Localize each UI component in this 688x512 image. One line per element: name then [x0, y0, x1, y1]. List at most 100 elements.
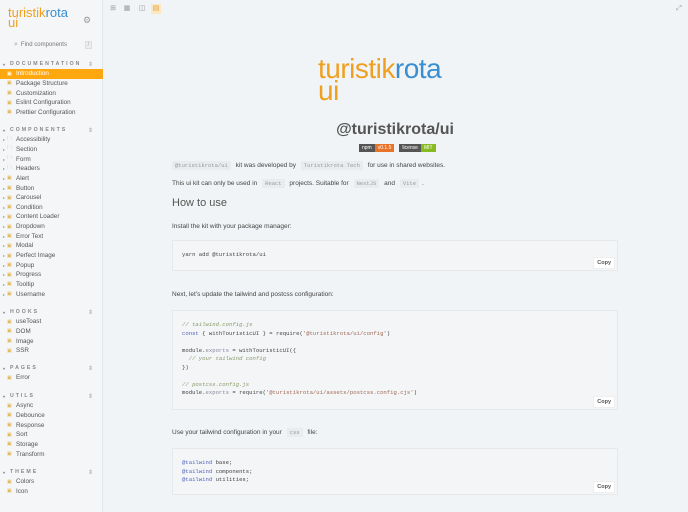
- page-title: @turistikrota/ui: [336, 121, 454, 138]
- settings-gear-icon[interactable]: ⚙: [83, 15, 91, 26]
- section-header[interactable]: ▾ HOOKS ⇕: [0, 307, 103, 317]
- sidebar-item-label: Customization: [16, 89, 56, 97]
- logo[interactable]: turistikrota ui: [8, 6, 68, 30]
- sidebar-item-label: useToast: [16, 318, 42, 326]
- expand-collapse-icon[interactable]: ⇕: [88, 309, 93, 316]
- sidebar-item[interactable]: ▣ Eslint Configuration: [0, 98, 103, 108]
- sidebar-item[interactable]: ▣ Customization: [0, 88, 103, 98]
- expand-collapse-icon[interactable]: ⇕: [88, 393, 93, 400]
- inline-code: css: [286, 428, 303, 437]
- expand-collapse-icon[interactable]: ⇕: [88, 127, 93, 134]
- license-badge[interactable]: license MIT: [399, 144, 436, 152]
- sidebar-item[interactable]: ▣ Image: [0, 336, 103, 346]
- section-header[interactable]: ▾ UTILS ⇕: [0, 391, 103, 401]
- sidebar-item-label: Section: [16, 145, 38, 153]
- sidebar-item-label: Debounce: [16, 411, 45, 419]
- code-line: yarn add @turistikrota/ui: [182, 251, 266, 258]
- sidebar-item[interactable]: ▣ Response: [0, 420, 103, 430]
- sidebar-item-label: SSR: [16, 347, 29, 355]
- copy-button[interactable]: Copy: [593, 256, 615, 269]
- sidebar-item-label: Transform: [16, 450, 45, 458]
- component-icon: ▣: [7, 291, 12, 298]
- component-icon: ▣: [7, 262, 12, 269]
- sidebar-item[interactable]: ▸ ▣ Progress: [0, 270, 103, 280]
- copy-button[interactable]: Copy: [593, 395, 615, 408]
- section-title: COMPONENTS: [10, 127, 68, 133]
- sidebar-item[interactable]: ▸ ▣ Carousel: [0, 193, 103, 203]
- grid-icon[interactable]: ▦: [122, 4, 132, 14]
- copy-button[interactable]: Copy: [593, 480, 615, 493]
- sidebar-item-label: Prettier Configuration: [16, 108, 76, 116]
- sidebar-item[interactable]: ▸ ▣ Condition: [0, 202, 103, 212]
- text: for use in shared websites.: [367, 162, 446, 169]
- sidebar-item[interactable]: ▸ ▣ Username: [0, 289, 103, 299]
- sidebar-item[interactable]: ▸ ▣ Dropdown: [0, 222, 103, 232]
- sidebar-item[interactable]: ▸ ▣ Popup: [0, 260, 103, 270]
- sidebar-item[interactable]: ▣ Error: [0, 373, 103, 383]
- sidebar-item[interactable]: ▣ Colors: [0, 477, 103, 487]
- sidebar-item[interactable]: ▸ ▣ Modal: [0, 241, 103, 251]
- sidebar-item[interactable]: ▸ 🗀 Accessibility: [0, 135, 103, 145]
- sidebar-item[interactable]: ▸ ▣ Perfect Image: [0, 251, 103, 261]
- section-title: PAGES: [10, 365, 38, 371]
- sidebar-item-label: Button: [16, 184, 35, 192]
- sidebar-item-label: Storage: [16, 440, 39, 448]
- section-header[interactable]: ▾ THEME ⇕: [0, 467, 103, 477]
- section-header[interactable]: ▾ DOCUMENTATION ⇕: [0, 59, 103, 69]
- sidebar-item[interactable]: ▸ ▣ Error Text: [0, 231, 103, 241]
- section-header[interactable]: ▾ COMPONENTS ⇕: [0, 125, 103, 135]
- background-icon[interactable]: ◫: [137, 4, 147, 14]
- code-comment: // your tailwind config: [182, 355, 266, 362]
- section-title: DOCUMENTATION: [10, 61, 82, 67]
- fullscreen-icon[interactable]: ⤢: [674, 4, 684, 14]
- sidebar-item[interactable]: ▣ useToast: [0, 317, 103, 327]
- sidebar-item[interactable]: ▸ ▣ Tooltip: [0, 280, 103, 290]
- expand-collapse-icon[interactable]: ⇕: [88, 469, 93, 476]
- sidebar-item[interactable]: ▣ Async: [0, 401, 103, 411]
- component-icon: ▣: [7, 204, 12, 211]
- npm-badge[interactable]: npm v0.1.5: [359, 144, 395, 152]
- css-text: Use your tailwind configuration in your …: [172, 428, 318, 437]
- folder-icon: 🗀: [7, 135, 13, 142]
- sidebar-item[interactable]: ▣ Debounce: [0, 411, 103, 421]
- sidebar-item[interactable]: ▣ Icon: [0, 487, 103, 497]
- text: kit was developed by: [235, 162, 296, 169]
- sidebar-item[interactable]: ▣ Introduction: [0, 69, 103, 79]
- expand-collapse-icon[interactable]: ⇕: [88, 365, 93, 372]
- sidebar-item-label: Async: [16, 402, 34, 410]
- sidebar-item-label: Form: [16, 155, 31, 163]
- sidebar-item-label: Dropdown: [16, 223, 45, 231]
- code-text: = require(: [229, 389, 266, 396]
- document-icon: ▣: [7, 90, 12, 97]
- sidebar-item[interactable]: ▸ 🗀 Headers: [0, 164, 103, 174]
- sidebar-item[interactable]: ▣ Transform: [0, 449, 103, 459]
- sidebar-item[interactable]: ▣ Package Structure: [0, 79, 103, 89]
- sidebar-item[interactable]: ▣ Prettier Configuration: [0, 108, 103, 118]
- sidebar-item[interactable]: ▣ SSR: [0, 346, 103, 356]
- sidebar-item[interactable]: ▸ ▣ Button: [0, 183, 103, 193]
- document-icon: ▣: [7, 374, 12, 381]
- sidebar-item[interactable]: ▸ ▣ Content Loader: [0, 212, 103, 222]
- component-icon: ▣: [7, 175, 12, 182]
- sidebar-section-theme: ▾ THEME ⇕ ▣ Colors ▣ Icon: [0, 467, 103, 496]
- document-icon: ▣: [7, 338, 12, 345]
- document-icon: ▣: [7, 402, 12, 409]
- sidebar-item[interactable]: ▣ Sort: [0, 430, 103, 440]
- section-header[interactable]: ▾ PAGES ⇕: [0, 363, 103, 373]
- text: .: [422, 180, 424, 187]
- text: This ui kit can only be used in: [172, 180, 258, 187]
- usage-paragraph: This ui kit can only be used in React pr…: [172, 179, 424, 188]
- logo-text: ui: [8, 15, 19, 30]
- docs-view-icon[interactable]: ▤: [151, 4, 161, 14]
- sidebar-item[interactable]: ▣ Storage: [0, 440, 103, 450]
- toolbar: ⊞ ▦ ◫ ▤ ⤢: [103, 0, 688, 18]
- component-icon: ▣: [7, 233, 12, 240]
- sidebar-item[interactable]: ▣ DOM: [0, 327, 103, 337]
- sidebar-item[interactable]: ▸ 🗀 Section: [0, 145, 103, 155]
- search-input[interactable]: ⌕ Find components /: [8, 40, 92, 50]
- text: projects. Suitable for: [289, 180, 349, 187]
- sidebar-item[interactable]: ▸ 🗀 Form: [0, 154, 103, 164]
- zoom-in-icon[interactable]: ⊞: [108, 4, 118, 14]
- expand-collapse-icon[interactable]: ⇕: [88, 61, 93, 68]
- sidebar-item[interactable]: ▸ ▣ Alert: [0, 174, 103, 184]
